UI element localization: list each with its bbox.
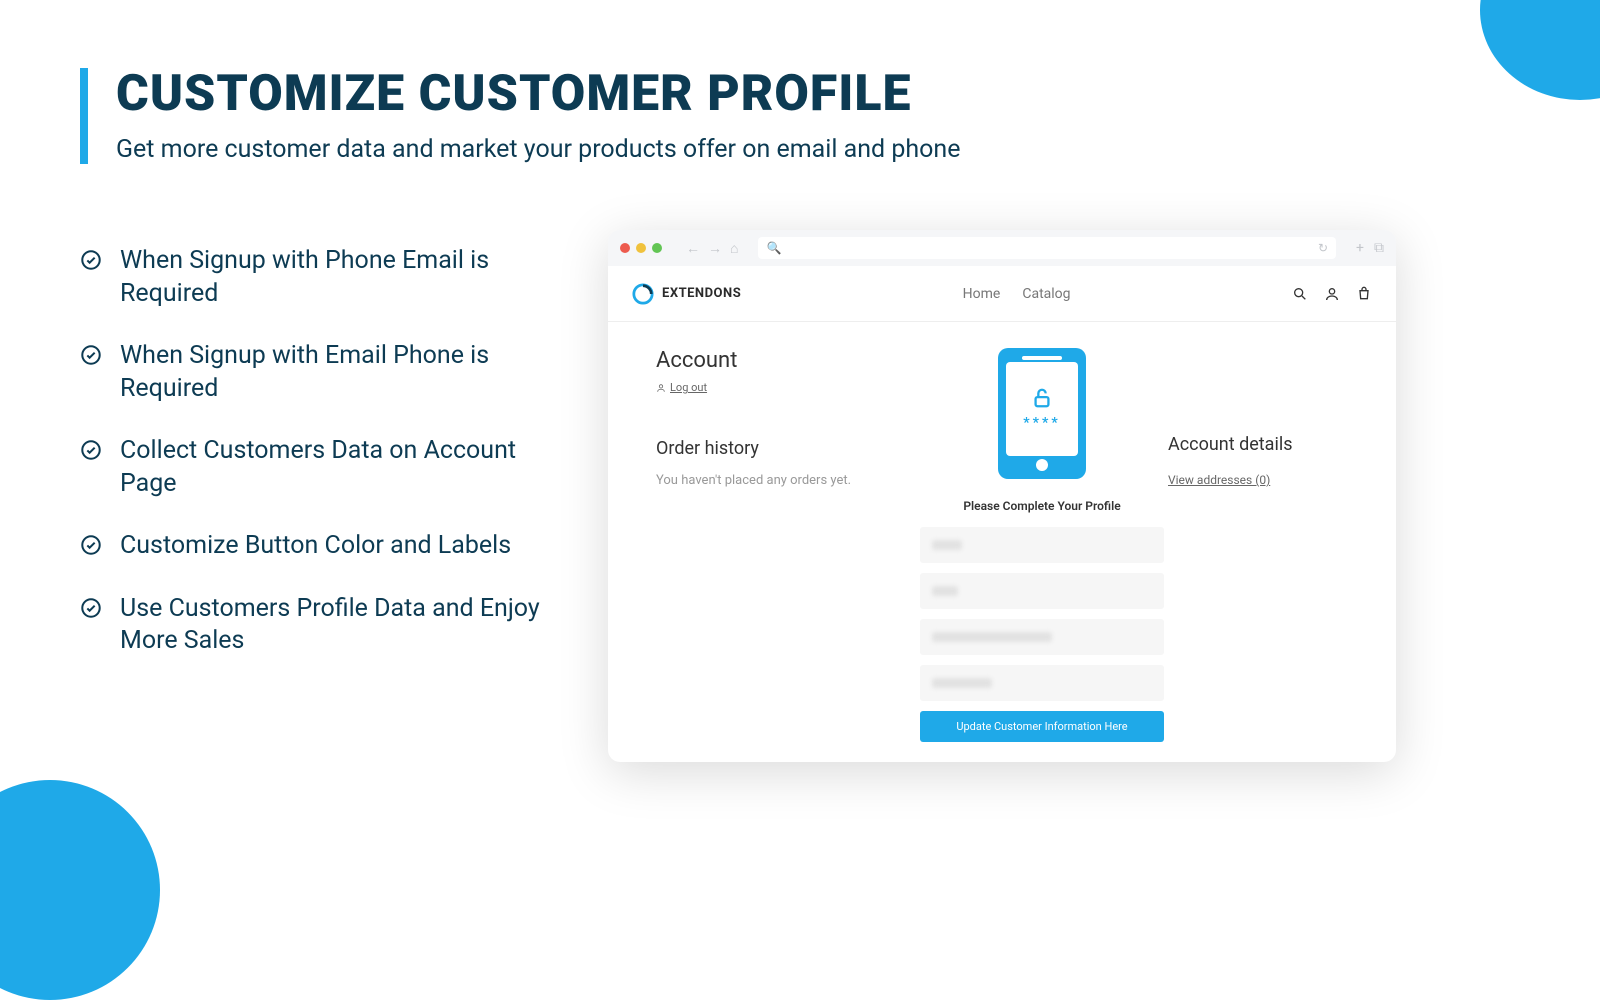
decorative-blob-bottom: [0, 780, 160, 1000]
browser-actions: + ⧉: [1356, 240, 1384, 256]
store-nav: Home Catalog: [963, 286, 1071, 302]
new-tab-icon[interactable]: +: [1356, 240, 1364, 256]
password-stars: ****: [1023, 415, 1060, 431]
page-header: CUSTOMIZE CUSTOMER PROFILE Get more cust…: [80, 68, 960, 164]
window-maximize-icon[interactable]: [652, 243, 662, 253]
back-icon[interactable]: ←: [686, 240, 700, 257]
forward-icon[interactable]: →: [708, 240, 722, 257]
browser-mockup: ← → ⌂ 🔍 ↻ + ⧉ EXTENDONS Home Catalog: [608, 230, 1396, 762]
feature-item: Customize Button Color and Labels: [80, 530, 570, 563]
phone-illustration: ****: [998, 348, 1086, 479]
refresh-icon[interactable]: ↻: [1318, 241, 1328, 255]
browser-toolbar: ← → ⌂ 🔍 ↻ + ⧉: [608, 230, 1396, 266]
feature-text: Customize Button Color and Labels: [120, 530, 511, 563]
url-bar[interactable]: 🔍 ↻: [758, 237, 1336, 259]
store-header-icons: [1292, 286, 1372, 302]
logout-link[interactable]: Log out: [656, 381, 916, 394]
profile-field-1[interactable]: [920, 527, 1164, 563]
logout-label: Log out: [670, 381, 707, 394]
profile-form: [920, 527, 1164, 701]
phone-screen: ****: [1006, 362, 1078, 456]
account-title: Account: [656, 348, 916, 373]
search-icon: 🔍: [766, 241, 781, 255]
profile-field-4[interactable]: [920, 665, 1164, 701]
account-left-column: Account Log out Order history You haven'…: [656, 348, 916, 742]
brand[interactable]: EXTENDONS: [632, 283, 741, 305]
cart-icon[interactable]: [1356, 286, 1372, 302]
user-icon[interactable]: [1324, 286, 1340, 302]
profile-field-2[interactable]: [920, 573, 1164, 609]
order-history: Order history You haven't placed any ord…: [656, 438, 916, 488]
check-icon: [80, 249, 102, 271]
feature-text: Use Customers Profile Data and Enjoy Mor…: [120, 593, 570, 658]
brand-name: EXTENDONS: [662, 286, 741, 301]
profile-field-3[interactable]: [920, 619, 1164, 655]
feature-item: Collect Customers Data on Account Page: [80, 435, 570, 500]
feature-item: When Signup with Email Phone is Required: [80, 340, 570, 405]
brand-logo-icon: [632, 283, 654, 305]
profile-center-column: **** Please Complete Your Profile Update…: [916, 348, 1168, 742]
feature-item: When Signup with Phone Email is Required: [80, 245, 570, 310]
check-icon: [80, 597, 102, 619]
browser-nav-buttons: ← → ⌂: [686, 240, 738, 257]
account-right-column: Account details View addresses (0): [1168, 434, 1348, 742]
check-icon: [80, 344, 102, 366]
feature-text: Collect Customers Data on Account Page: [120, 435, 570, 500]
home-icon[interactable]: ⌂: [730, 240, 738, 257]
feature-text: When Signup with Email Phone is Required: [120, 340, 570, 405]
feature-item: Use Customers Profile Data and Enjoy Mor…: [80, 593, 570, 658]
view-addresses-link[interactable]: View addresses (0): [1168, 473, 1348, 487]
user-icon: [656, 383, 666, 393]
store-body: Account Log out Order history You haven'…: [608, 322, 1396, 762]
order-history-empty: You haven't placed any orders yet.: [656, 473, 916, 488]
update-profile-button[interactable]: Update Customer Information Here: [920, 711, 1164, 742]
nav-catalog[interactable]: Catalog: [1022, 286, 1070, 302]
decorative-blob-top: [1480, 0, 1600, 100]
page-title: CUSTOMIZE CUSTOMER PROFILE: [116, 68, 960, 121]
check-icon: [80, 439, 102, 461]
update-button-label: Update Customer Information Here: [956, 720, 1127, 733]
check-icon: [80, 534, 102, 556]
page-subtitle: Get more customer data and market your p…: [116, 135, 960, 164]
store-header: EXTENDONS Home Catalog: [608, 266, 1396, 322]
order-history-title: Order history: [656, 438, 916, 459]
window-close-icon[interactable]: [620, 243, 630, 253]
feature-text: When Signup with Phone Email is Required: [120, 245, 570, 310]
window-minimize-icon[interactable]: [636, 243, 646, 253]
profile-prompt: Please Complete Your Profile: [963, 499, 1120, 513]
phone-speaker: [1022, 356, 1062, 360]
feature-list: When Signup with Phone Email is Required…: [80, 245, 570, 688]
nav-home[interactable]: Home: [963, 286, 1001, 302]
account-details-title: Account details: [1168, 434, 1348, 455]
phone-home-button: [1036, 459, 1048, 471]
search-icon[interactable]: [1292, 286, 1308, 302]
copy-icon[interactable]: ⧉: [1374, 240, 1384, 256]
unlock-icon: [1031, 387, 1053, 409]
